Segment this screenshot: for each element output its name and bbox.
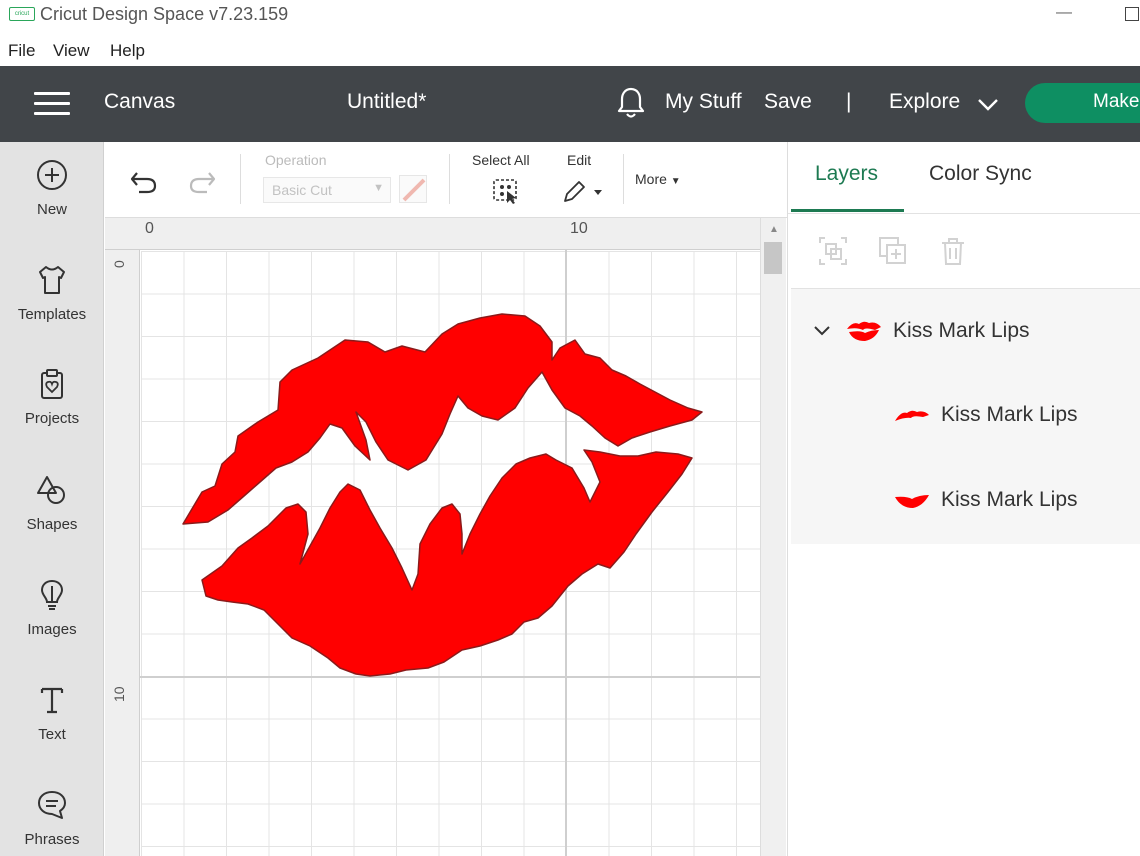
- layer-actions: [788, 214, 1140, 288]
- pen-color-icon: [402, 178, 426, 202]
- canvas-scrollbar[interactable]: ▲: [760, 218, 786, 856]
- menu-file[interactable]: File: [8, 41, 35, 61]
- undo-icon[interactable]: [129, 169, 159, 195]
- shapes-icon: [37, 476, 65, 504]
- text-icon: [40, 687, 64, 714]
- sidebar-item-new[interactable]: New: [0, 158, 104, 218]
- scroll-up-arrow-icon[interactable]: ▲: [769, 224, 779, 235]
- lower-lip-thumbnail-icon: [895, 495, 929, 508]
- redo-icon[interactable]: [187, 169, 217, 195]
- left-sidebar: New Templates Projects Shapes Images Tex…: [0, 142, 104, 856]
- duplicate-icon[interactable]: [878, 236, 908, 266]
- my-stuff-link[interactable]: My Stuff: [665, 90, 742, 114]
- document-title[interactable]: Untitled*: [347, 90, 426, 114]
- layer-name: Kiss Mark Lips: [941, 488, 1078, 511]
- canvas-label: Canvas: [104, 90, 176, 113]
- select-all-label[interactable]: Select All: [472, 152, 530, 168]
- sidebar-item-templates[interactable]: Templates: [0, 263, 104, 323]
- sidebar-item-label: Templates: [17, 306, 87, 323]
- ruler-label: 0: [145, 220, 154, 237]
- layer-name: Kiss Mark Lips: [941, 403, 1078, 426]
- layers-list: Kiss Mark Lips Kiss Mark Lips Kiss Mark …: [791, 288, 1140, 544]
- sidebar-item-label: Phrases: [24, 831, 80, 848]
- sidebar-item-label: Projects: [24, 410, 80, 427]
- app-logo: cricut: [9, 7, 35, 21]
- tab-color-sync[interactable]: Color Sync: [929, 162, 1032, 186]
- menu-view[interactable]: View: [53, 41, 90, 61]
- operation-select[interactable]: Basic Cut ▼: [263, 177, 391, 203]
- layer-group-row[interactable]: Kiss Mark Lips: [791, 303, 1140, 363]
- more-menu[interactable]: More ▼: [635, 171, 681, 187]
- menu-help[interactable]: Help: [110, 41, 145, 61]
- sidebar-item-label: Images: [27, 621, 77, 638]
- sidebar-item-label: Text: [38, 726, 66, 743]
- tab-layers[interactable]: Layers: [815, 162, 878, 186]
- toolbar-divider: [623, 154, 624, 204]
- explore-menu[interactable]: Explore: [889, 90, 960, 114]
- plus-circle-icon: [37, 160, 67, 190]
- upper-lip-thumbnail-icon: [895, 410, 929, 421]
- sidebar-item-shapes[interactable]: Shapes: [0, 473, 104, 533]
- more-label: More: [635, 171, 667, 187]
- toolbar-divider: [449, 154, 450, 204]
- layer-row[interactable]: Kiss Mark Lips: [791, 387, 1140, 447]
- speech-bubble-icon: [38, 791, 66, 819]
- layer-row[interactable]: Kiss Mark Lips: [791, 472, 1140, 532]
- header-separator: |: [846, 90, 852, 113]
- operation-label: Operation: [265, 152, 327, 168]
- app-header: Canvas Untitled* My Stuff Save | Explore…: [0, 66, 1140, 142]
- layer-name: Kiss Mark Lips: [893, 319, 1030, 342]
- trash-icon[interactable]: [938, 236, 968, 266]
- maximize-button[interactable]: [1125, 7, 1139, 21]
- sidebar-item-projects[interactable]: Projects: [0, 367, 104, 427]
- toolbar-divider: [240, 154, 241, 204]
- chevron-down-icon[interactable]: [813, 325, 831, 337]
- caret-down-icon: ▼: [373, 182, 384, 194]
- minimize-button[interactable]: —: [1056, 4, 1072, 22]
- lower-lip-shape: [201, 449, 693, 677]
- save-button[interactable]: Save: [764, 90, 812, 114]
- layers-panel: Layers Color Sync Kiss Mark Lips Kiss Ma…: [787, 142, 1140, 856]
- ruler-label: 10: [111, 686, 127, 702]
- lightbulb-icon: [40, 579, 64, 610]
- edit-label[interactable]: Edit: [567, 152, 591, 168]
- select-all-icon[interactable]: [492, 178, 520, 204]
- title-bar: cricut Cricut Design Space v7.23.159 —: [0, 0, 1140, 30]
- kiss-mark-lips-shape[interactable]: [180, 312, 710, 682]
- scroll-thumb[interactable]: [764, 242, 782, 274]
- sidebar-item-text[interactable]: Text: [0, 683, 104, 743]
- caret-down-icon: ▼: [670, 176, 681, 187]
- horizontal-ruler: 0 10: [105, 218, 760, 250]
- active-tab-indicator: [791, 209, 904, 212]
- window-title: Cricut Design Space v7.23.159: [40, 4, 289, 24]
- chevron-down-icon[interactable]: [977, 98, 999, 112]
- vertical-ruler: 0 10: [105, 250, 140, 856]
- clipboard-icon: [41, 369, 63, 399]
- sidebar-item-images[interactable]: Images: [0, 578, 104, 638]
- lips-thumbnail-icon: [847, 321, 881, 341]
- material-color-swatch[interactable]: [399, 175, 427, 203]
- ruler-label: 10: [570, 220, 588, 237]
- operation-value: Basic Cut: [272, 182, 332, 198]
- hamburger-menu-icon[interactable]: [34, 92, 70, 116]
- pencil-icon[interactable]: [561, 178, 605, 204]
- sidebar-item-label: New: [36, 201, 67, 218]
- sidebar-item-label: Shapes: [26, 516, 78, 533]
- ruler-label: 0: [111, 260, 127, 268]
- bell-icon[interactable]: [616, 86, 646, 120]
- tshirt-icon: [39, 266, 65, 294]
- make-button[interactable]: Make: [1025, 83, 1140, 123]
- group-icon[interactable]: [818, 236, 848, 266]
- sidebar-item-phrases[interactable]: Phrases: [0, 788, 104, 848]
- edit-toolbar: Operation Basic Cut ▼ Select All Edit Mo…: [105, 142, 787, 218]
